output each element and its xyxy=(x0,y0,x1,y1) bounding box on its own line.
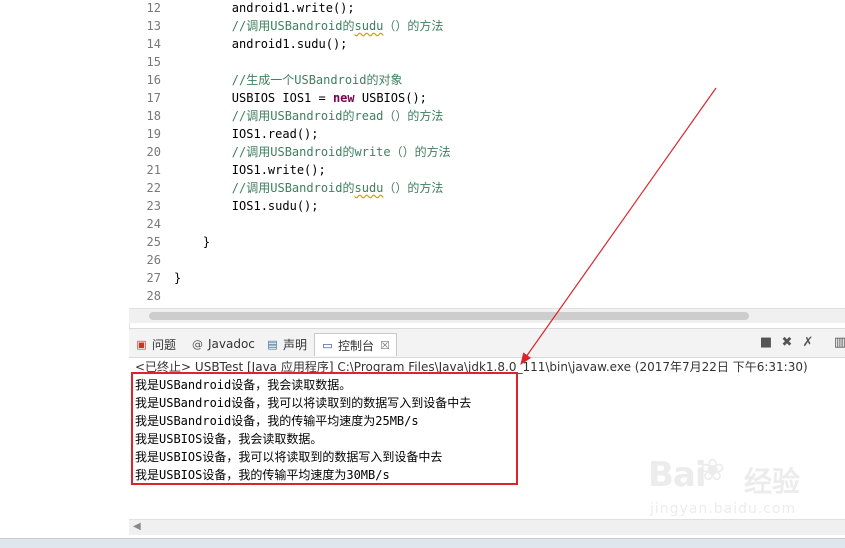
line-number: 22 xyxy=(146,181,161,195)
tab-problems-label: 问题 xyxy=(152,337,177,352)
tab-declaration[interactable]: ▤ 声明 xyxy=(266,333,307,355)
line-number: 20 xyxy=(146,145,161,159)
line-number: 27 xyxy=(146,271,161,285)
clear-console-icon[interactable]: ▥ xyxy=(833,336,845,350)
comment-text: //调用USBandroid的 xyxy=(174,181,355,195)
spelling-warning-word: sudu xyxy=(354,19,384,33)
comment-text: //调用USBandroid的read（）的方法 xyxy=(174,109,444,123)
comment-text: //生成一个USBandroid的对象 xyxy=(174,73,403,87)
tab-javadoc[interactable]: @ Javadoc xyxy=(191,333,255,355)
declaration-icon: ▤ xyxy=(267,337,278,351)
tab-console-label: 控制台 xyxy=(338,338,375,353)
remove-launch-icon[interactable]: ✖ xyxy=(780,336,794,350)
console-horizontal-scrollbar[interactable]: ◀ xyxy=(129,519,845,535)
line-number: 12 xyxy=(146,1,161,15)
watermark-logo-text: Bai xyxy=(648,455,707,495)
tab-javadoc-label: Javadoc xyxy=(208,337,255,351)
scroll-left-icon[interactable]: ◀ xyxy=(133,521,141,532)
code-line[interactable]: //生成一个USBandroid的对象 xyxy=(174,71,403,89)
code-line[interactable]: android1.write(); xyxy=(174,0,355,17)
comment-text: （）的方法 xyxy=(383,181,444,195)
javadoc-icon: @ xyxy=(192,337,203,351)
line-number: 18 xyxy=(146,109,161,123)
code-line[interactable]: android1.sudu(); xyxy=(174,35,348,53)
code-area[interactable]: android1.write(); //调用USBandroid的sudu（）的… xyxy=(174,0,845,308)
line-number: 15 xyxy=(146,55,161,69)
console-icon: ▭ xyxy=(322,338,333,352)
code-line[interactable]: } xyxy=(174,269,181,287)
watermark-url: jingyan.baidu.com xyxy=(650,501,797,517)
close-tab-icon[interactable]: ☒ xyxy=(380,339,390,352)
line-number: 25 xyxy=(146,235,161,249)
remove-all-terminated-icon[interactable]: ✗ xyxy=(801,336,815,350)
code-text: USBIOS(); xyxy=(354,91,427,105)
code-line[interactable]: IOS1.sudu(); xyxy=(174,197,319,215)
comment-text: （）的方法 xyxy=(383,19,444,33)
spelling-warning-word: sudu xyxy=(354,181,384,195)
baidu-jingyan-watermark: Bai ❀ 经验 jingyan.baidu.com xyxy=(648,453,838,525)
code-text: USBIOS IOS1 = xyxy=(174,91,333,105)
problems-icon: ▣ xyxy=(136,337,147,351)
tab-declaration-label: 声明 xyxy=(283,337,308,352)
code-line[interactable]: //调用USBandroid的read（）的方法 xyxy=(174,107,444,125)
left-pane xyxy=(0,0,130,547)
line-number: 23 xyxy=(146,199,161,213)
annotation-highlight-box xyxy=(131,372,518,485)
tab-console[interactable]: ▭ 控制台 ☒ xyxy=(314,333,397,356)
code-line[interactable]: //调用USBandroid的sudu（）的方法 xyxy=(174,17,444,35)
watermark-logo-cn: 经验 xyxy=(744,465,801,498)
code-line[interactable]: IOS1.write(); xyxy=(174,161,326,179)
comment-text: //调用USBandroid的 xyxy=(174,19,355,33)
tab-problems[interactable]: ▣ 问题 xyxy=(135,333,176,355)
code-line[interactable]: //调用USBandroid的sudu（）的方法 xyxy=(174,179,444,197)
line-number: 17 xyxy=(146,91,161,105)
line-number: 14 xyxy=(146,37,161,51)
line-number-ruler: 12 13 14 15 16 17 18 19 20 21 22 23 24 25 26 27 28 xyxy=(129,0,167,308)
line-number: 16 xyxy=(146,73,161,87)
paw-icon: ❀ xyxy=(700,453,726,488)
line-number: 28 xyxy=(146,289,161,303)
editor-horizontal-scrollbar[interactable] xyxy=(129,308,845,323)
code-editor[interactable]: 12 13 14 15 16 17 18 19 20 21 22 23 24 25 26 27 28 andro… xyxy=(129,0,845,323)
code-line[interactable]: //调用USBandroid的write（）的方法 xyxy=(174,143,451,161)
code-line[interactable]: IOS1.read(); xyxy=(174,125,319,143)
terminate-icon[interactable]: ■ xyxy=(759,336,773,350)
line-number: 21 xyxy=(146,163,161,177)
line-number: 26 xyxy=(146,253,161,267)
scrollbar-thumb[interactable] xyxy=(149,312,749,320)
view-tab-bar: ▣ 问题 @ Javadoc ▤ 声明 ▭ 控制台 ☒ ■ ✖ ✗ ▥ xyxy=(129,329,845,358)
line-number: 24 xyxy=(146,217,161,231)
code-line[interactable]: } xyxy=(174,233,210,251)
line-number: 13 xyxy=(146,19,161,33)
line-number: 19 xyxy=(146,127,161,141)
code-line[interactable]: USBIOS IOS1 = new USBIOS(); xyxy=(174,89,427,107)
keyword-text: new xyxy=(332,91,355,105)
comment-text: //调用USBandroid的write（）的方法 xyxy=(174,145,451,159)
